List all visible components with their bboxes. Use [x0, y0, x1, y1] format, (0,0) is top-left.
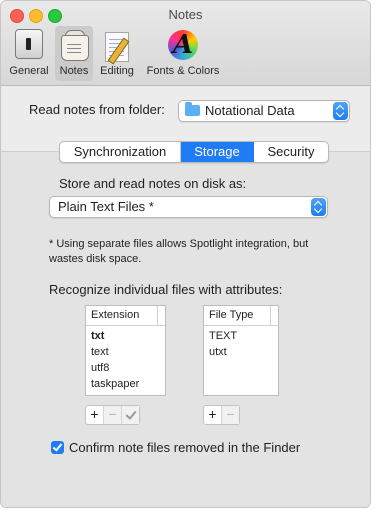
add-filetype-button[interactable]: + — [204, 406, 222, 424]
tab-storage[interactable]: Storage — [181, 142, 254, 162]
table-row[interactable]: utf8 — [86, 360, 165, 376]
folder-label: Read notes from folder: — [29, 102, 165, 117]
popup-chevron-icon — [311, 198, 326, 216]
table-row[interactable]: taskpaper — [86, 376, 165, 392]
table-row[interactable]: TEXT — [204, 328, 278, 344]
toolbar-notes[interactable]: Notes — [55, 26, 93, 81]
extension-button-bar: + − — [85, 405, 140, 425]
window-title: Notes — [168, 7, 203, 22]
filetype-button-bar: + − — [203, 405, 240, 425]
notes-pane: Read notes from folder: Notational Data … — [1, 86, 370, 507]
toolbar-fonts-colors-label: Fonts & Colors — [146, 65, 220, 77]
confirm-extension-button[interactable] — [122, 406, 139, 424]
remove-filetype-button[interactable]: − — [222, 406, 239, 424]
storage-format-popup[interactable]: Plain Text Files * — [49, 196, 328, 218]
storage-format-label: Store and read notes on disk as: — [59, 176, 247, 191]
table-row[interactable]: text — [86, 344, 165, 360]
recognize-label: Recognize individual files with attribut… — [49, 282, 283, 297]
tab-synchronization[interactable]: Synchronization — [60, 142, 181, 162]
checkmark-icon — [124, 408, 137, 420]
toolbar-editing[interactable]: Editing — [95, 26, 139, 81]
extension-column-header[interactable]: Extension — [86, 306, 165, 326]
folder-popup-value: Notational Data — [205, 103, 295, 118]
toolbar-general-label: General — [9, 65, 49, 77]
preferences-window: Notes General Notes Editing A Fonts & Co… — [0, 0, 371, 508]
toolbar-notes-label: Notes — [59, 65, 89, 77]
color-wheel-icon: A — [167, 29, 199, 61]
remove-extension-button[interactable]: − — [104, 406, 122, 424]
confirm-removal-label[interactable]: Confirm note files removed in the Finder — [69, 440, 300, 455]
extension-table[interactable]: Extension txt text utf8 taskpaper — [85, 305, 166, 396]
table-row[interactable]: txt — [86, 328, 165, 344]
filetype-table[interactable]: File Type TEXT utxt — [203, 305, 279, 396]
table-row[interactable]: utxt — [204, 344, 278, 360]
title-bar: Notes General Notes Editing A Fonts & Co… — [1, 1, 370, 86]
toolbar-editing-label: Editing — [100, 65, 134, 77]
tab-bar: Synchronization Storage Security — [59, 141, 329, 163]
add-extension-button[interactable]: + — [86, 406, 104, 424]
toolbar-general[interactable]: General — [5, 26, 53, 81]
notepad-pencil-icon — [101, 29, 133, 65]
notes-bag-icon — [59, 29, 89, 61]
folder-icon — [185, 102, 200, 116]
general-switch-icon — [15, 29, 43, 59]
toolbar-fonts-colors[interactable]: A Fonts & Colors — [141, 26, 225, 81]
folder-popup[interactable]: Notational Data — [178, 100, 350, 122]
popup-chevron-icon — [333, 102, 348, 120]
storage-footnote: * Using separate files allows Spotlight … — [49, 238, 309, 265]
filetype-column-header[interactable]: File Type — [204, 306, 278, 326]
storage-format-value: Plain Text Files * — [58, 199, 154, 214]
tab-security[interactable]: Security — [254, 142, 328, 162]
confirm-removal-checkbox[interactable] — [51, 441, 64, 454]
